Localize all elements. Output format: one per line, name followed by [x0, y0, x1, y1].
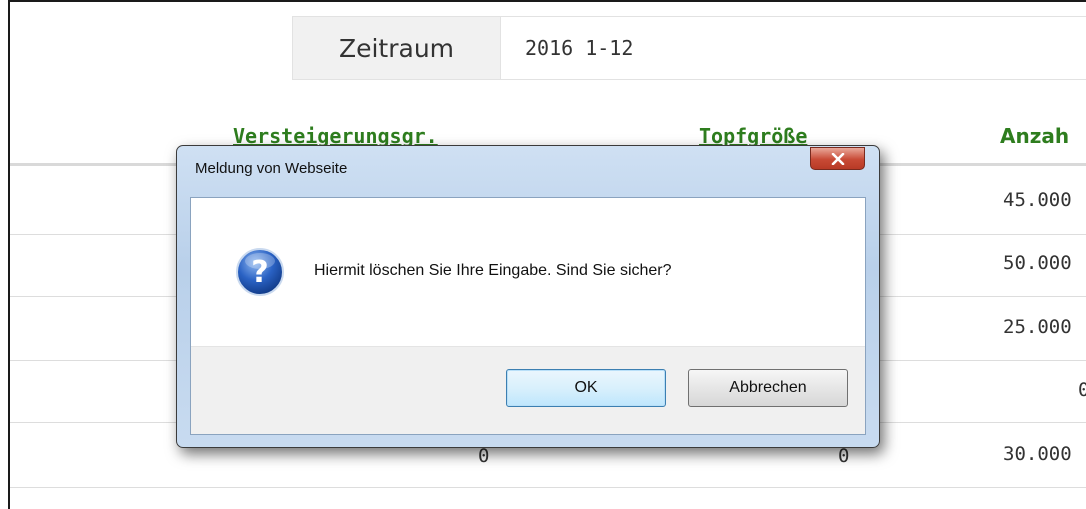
table-cell-count: 25.000 [1003, 316, 1072, 338]
table-cell-count: 0 [1078, 379, 1086, 401]
close-button[interactable] [810, 147, 865, 170]
svg-text:?: ? [251, 255, 268, 290]
question-icon: ? [236, 248, 284, 296]
column-header-count[interactable]: Anzah [1000, 124, 1069, 148]
table-cell-auction-size: 0 [478, 445, 490, 467]
table-cell-pot-size: 0 [838, 445, 850, 467]
period-value[interactable]: 2016 1-12 [501, 17, 1086, 79]
dialog-body: ? Hiermit löschen Sie Ihre Eingabe. Sind… [190, 197, 866, 435]
table-cell-count: 30.000 [1003, 443, 1072, 465]
dialog-message: Hiermit löschen Sie Ihre Eingabe. Sind S… [314, 262, 672, 279]
message-area: ? Hiermit löschen Sie Ihre Eingabe. Sind… [191, 198, 865, 346]
row-divider [10, 487, 1086, 488]
dialog-title: Meldung von Webseite [195, 160, 348, 177]
ok-button[interactable]: OK [506, 369, 666, 407]
table-cell-count: 45.000 [1003, 189, 1072, 211]
close-icon [831, 152, 844, 165]
confirm-dialog: Meldung von Webseite ? Hiermit löschen S… [176, 145, 880, 448]
period-filter: Zeitraum 2016 1-12 [292, 16, 1086, 80]
table-cell-count: 50.000 [1003, 252, 1072, 274]
cancel-button[interactable]: Abbrechen [688, 369, 848, 407]
period-label: Zeitraum [293, 17, 501, 79]
button-bar: OK Abbrechen [191, 346, 865, 434]
